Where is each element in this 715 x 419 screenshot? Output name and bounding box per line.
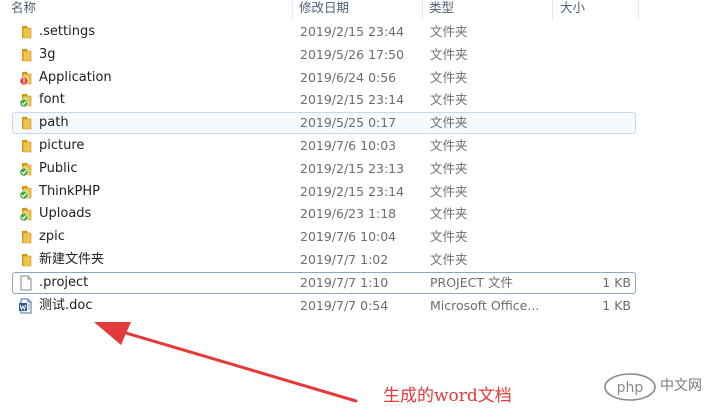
watermark-logo-text: php — [617, 380, 644, 396]
annotation-label: 生成的word文档 — [383, 386, 512, 406]
watermark-text: 中文网 — [660, 378, 702, 394]
